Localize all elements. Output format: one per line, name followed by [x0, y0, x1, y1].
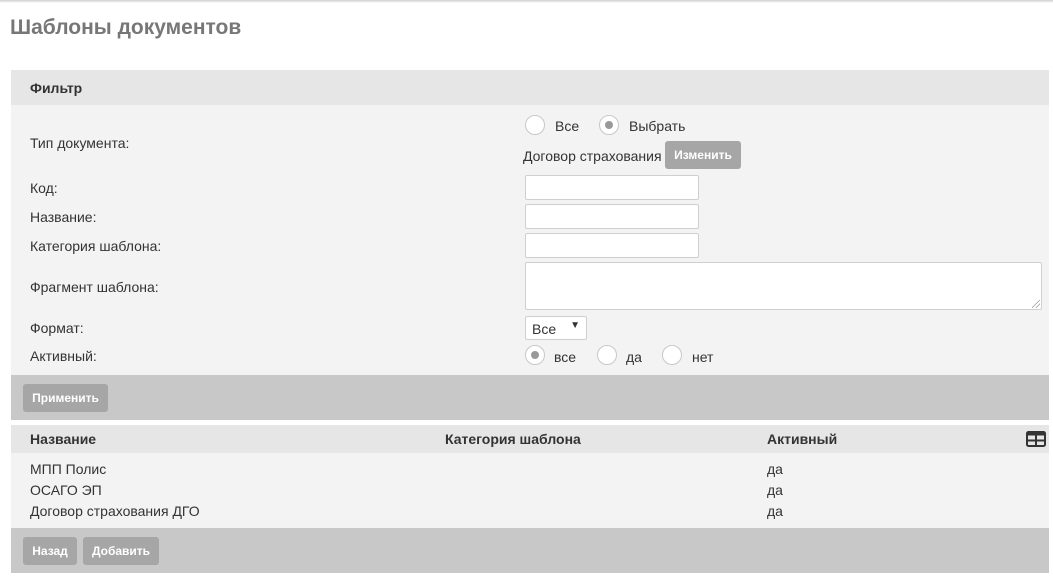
name-label: Название: — [30, 209, 97, 225]
format-select[interactable]: Все ▼ — [525, 316, 587, 340]
doc-type-radio-all-label: Все — [555, 118, 580, 134]
top-shadow-line — [0, 0, 1053, 3]
code-input[interactable] — [525, 175, 699, 200]
format-select-value: Все — [532, 321, 557, 337]
doc-type-radio-select[interactable] — [599, 115, 619, 135]
code-label: Код: — [30, 180, 58, 196]
resize-grip-icon[interactable] — [1032, 300, 1040, 308]
add-button[interactable]: Добавить — [83, 537, 159, 565]
row-active: да — [767, 482, 783, 498]
doc-type-radio-all[interactable] — [525, 115, 545, 135]
active-radio-yes[interactable] — [597, 345, 617, 365]
table-header: Название Категория шаблона Активный — [11, 425, 1049, 453]
row-name: МПП Полис — [30, 461, 107, 477]
filter-panel: Фильтр Тип документа: Все Выбрать Догово… — [11, 70, 1049, 420]
active-radio-no[interactable] — [662, 345, 682, 365]
column-header-active[interactable]: Активный — [767, 431, 837, 447]
column-header-category[interactable]: Категория шаблона — [445, 431, 581, 447]
apply-button[interactable]: Применить — [23, 384, 108, 412]
filter-footer: Применить — [11, 375, 1049, 420]
category-label: Категория шаблона: — [30, 238, 162, 254]
active-radio-all[interactable] — [525, 345, 545, 365]
change-doc-type-button[interactable]: Изменить — [665, 141, 741, 169]
page-title: Шаблоны документов — [10, 16, 242, 39]
row-name: ОСАГО ЭП — [30, 482, 102, 498]
row-active: да — [767, 503, 783, 519]
active-radio-all-label: все — [554, 349, 577, 365]
format-label: Формат: — [30, 320, 84, 336]
active-label: Активный: — [30, 348, 97, 364]
back-button[interactable]: Назад — [23, 537, 77, 565]
chevron-down-icon: ▼ — [570, 320, 580, 331]
results-table: Название Категория шаблона Активный МПП … — [11, 425, 1049, 573]
table-footer: Назад Добавить — [11, 528, 1049, 573]
doc-type-radio-select-label: Выбрать — [629, 118, 686, 134]
active-radio-yes-label: да — [626, 349, 642, 365]
row-name: Договор страхования ДГО — [30, 503, 200, 519]
filter-title: Фильтр — [30, 80, 83, 96]
table-grid-icon[interactable] — [1026, 431, 1046, 447]
fragment-textarea[interactable] — [525, 262, 1042, 310]
active-radio-no-label: нет — [692, 349, 714, 365]
doc-type-label: Тип документа: — [30, 135, 130, 151]
name-input[interactable] — [525, 204, 699, 229]
category-input[interactable] — [525, 233, 699, 258]
doc-type-selected-value: Договор страхования — [523, 148, 662, 164]
filter-header: Фильтр — [11, 70, 1049, 105]
fragment-label: Фрагмент шаблона: — [30, 279, 159, 295]
row-active: да — [767, 461, 783, 477]
column-header-name[interactable]: Название — [30, 431, 96, 447]
